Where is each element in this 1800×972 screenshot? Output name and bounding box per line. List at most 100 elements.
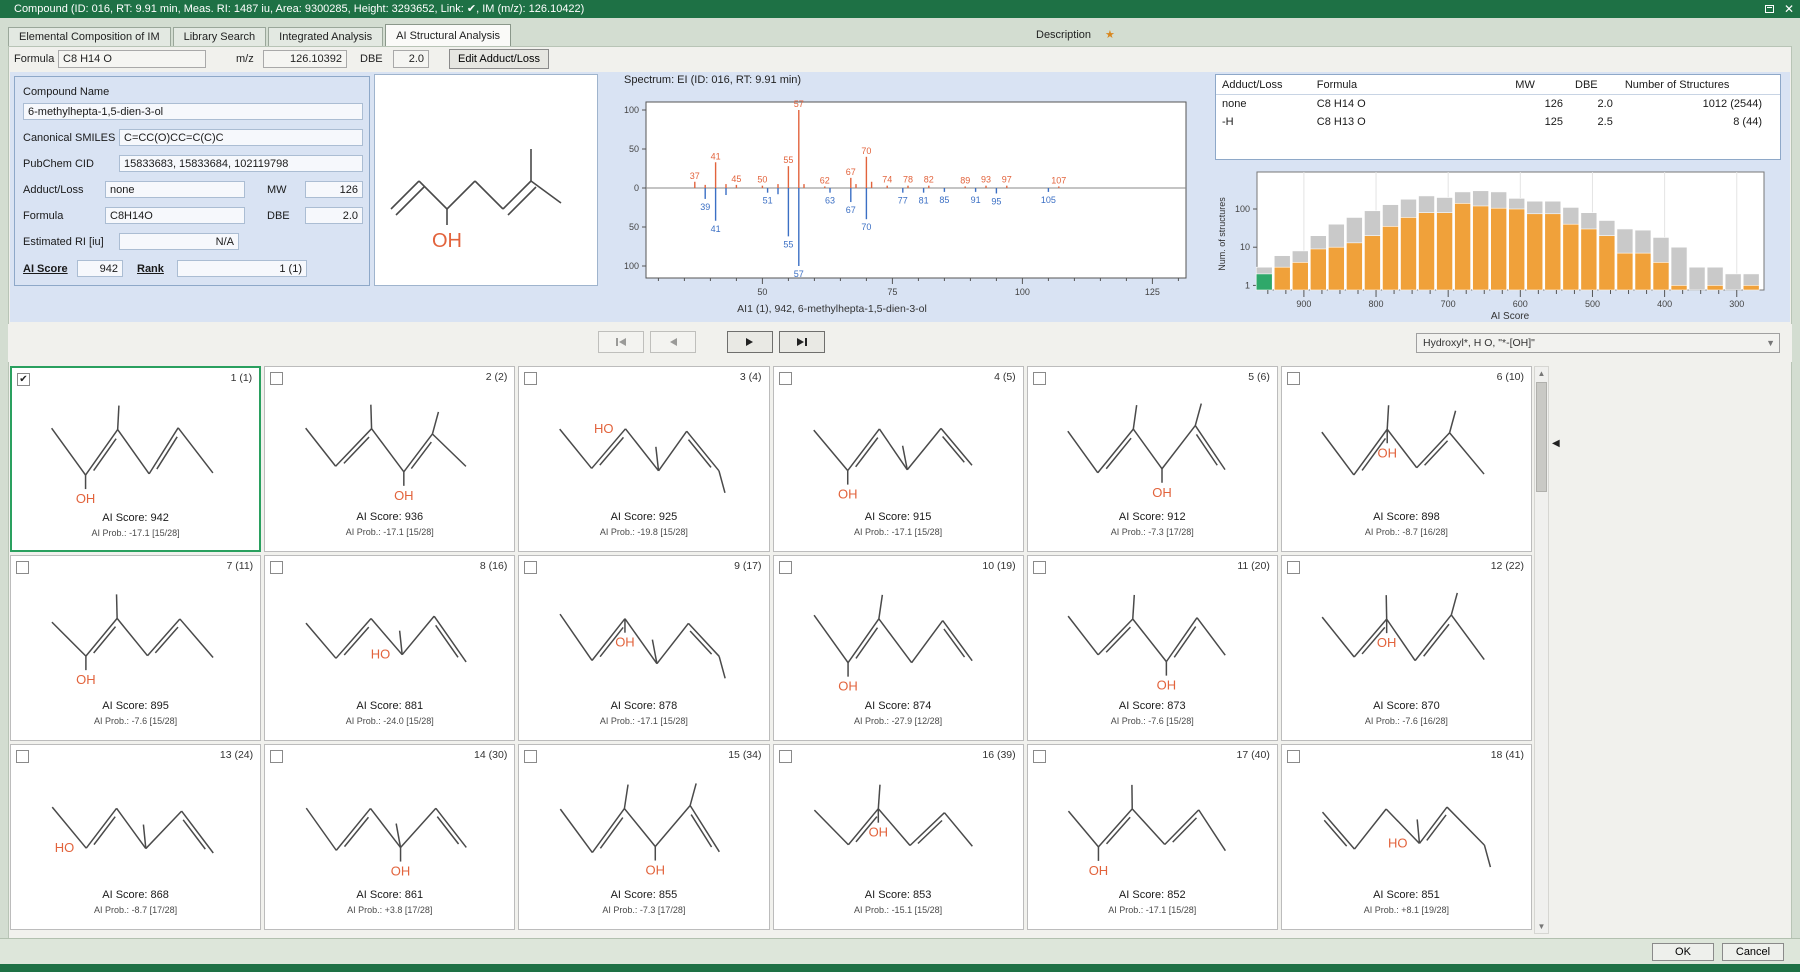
tab-ai-structural-analysis[interactable]: AI Structural Analysis: [385, 24, 511, 46]
scrollbar-thumb[interactable]: [1536, 382, 1547, 492]
candidate-structure-card[interactable]: 15 (34)OHAI Score: 855AI Prob.: -7.3 [17…: [518, 744, 769, 930]
candidate-rank: 15 (34): [728, 749, 761, 761]
candidate-structure-card[interactable]: 18 (41)HOAI Score: 851AI Prob.: +8.1 [19…: [1281, 744, 1532, 930]
cancel-button[interactable]: Cancel: [1722, 943, 1784, 961]
candidate-checkbox[interactable]: [270, 750, 283, 763]
svg-text:OH: OH: [1377, 635, 1397, 650]
last-record-button[interactable]: [779, 331, 825, 353]
mz-input[interactable]: [263, 50, 347, 68]
candidate-rank: 16 (39): [982, 749, 1015, 761]
ai-score-histogram[interactable]: 110100900800700600500400300AI ScoreNum. …: [1215, 164, 1781, 322]
candidate-structure-card[interactable]: 11 (20)OHAI Score: 873AI Prob.: -7.6 [15…: [1027, 555, 1278, 741]
candidate-structure-card[interactable]: 6 (10)OHAI Score: 898AI Prob.: -8.7 [16/…: [1281, 366, 1532, 552]
ai-score-input[interactable]: [77, 260, 123, 277]
first-record-button[interactable]: [598, 331, 644, 353]
grid-scrollbar[interactable]: ▲ ▼: [1534, 366, 1549, 934]
candidate-rank: 14 (30): [474, 749, 507, 761]
smiles-input[interactable]: [119, 129, 363, 146]
substructure-filter-dropdown[interactable]: Hydroxyl*, H O, "*-[OH]" ▼: [1416, 333, 1780, 353]
previous-icon: [668, 337, 678, 347]
candidate-checkbox[interactable]: [779, 750, 792, 763]
restore-window-icon[interactable]: [1765, 5, 1774, 13]
candidate-checkbox[interactable]: [1033, 561, 1046, 574]
svg-text:125: 125: [1145, 287, 1160, 297]
candidate-structure-card[interactable]: 3 (4)HOAI Score: 925AI Prob.: -19.8 [15/…: [518, 366, 769, 552]
dbe2-input[interactable]: [305, 207, 363, 224]
candidate-checkbox[interactable]: [779, 372, 792, 385]
candidate-structure-card[interactable]: 5 (6)OHAI Score: 912AI Prob.: -7.3 [17/2…: [1027, 366, 1278, 552]
window-title: Compound (ID: 016, RT: 9.91 min, Meas. R…: [14, 3, 584, 15]
scroll-down-icon[interactable]: ▼: [1535, 922, 1548, 931]
footer-bar: OK Cancel: [0, 938, 1800, 964]
adduct-table-row[interactable]: noneC8 H14 O1262.01012 (2544): [1216, 95, 1780, 114]
candidate-structure-image: HO: [519, 389, 768, 507]
candidate-ai-score: AI Score: 925: [519, 511, 768, 523]
svg-text:HO: HO: [1388, 835, 1408, 850]
svg-text:800: 800: [1369, 299, 1384, 309]
pubchem-input[interactable]: [119, 155, 363, 172]
candidate-checkbox[interactable]: [524, 561, 537, 574]
ok-button[interactable]: OK: [1652, 943, 1714, 961]
play-button[interactable]: [727, 331, 773, 353]
candidate-ai-prob: AI Prob.: -17.1 [15/28]: [774, 527, 1023, 537]
svg-text:300: 300: [1729, 299, 1744, 309]
candidate-structure-card[interactable]: 13 (24)HOAI Score: 868AI Prob.: -8.7 [17…: [10, 744, 261, 930]
formula2-input[interactable]: [105, 207, 245, 224]
svg-text:50: 50: [629, 222, 639, 232]
scroll-up-icon[interactable]: ▲: [1535, 369, 1548, 378]
candidate-rank: 5 (6): [1248, 371, 1270, 383]
candidate-structure-card[interactable]: 4 (5)OHAI Score: 915AI Prob.: -17.1 [15/…: [773, 366, 1024, 552]
candidate-checkbox[interactable]: [524, 372, 537, 385]
candidate-checkbox[interactable]: [524, 750, 537, 763]
dbe-input[interactable]: [393, 50, 429, 68]
candidate-structure-card[interactable]: 14 (30)OHAI Score: 861AI Prob.: +3.8 [17…: [264, 744, 515, 930]
adduct-loss-table[interactable]: Adduct/LossFormulaMWDBENumber of Structu…: [1215, 74, 1781, 160]
window-titlebar[interactable]: Compound (ID: 016, RT: 9.91 min, Meas. R…: [0, 0, 1800, 18]
tab-elemental-composition[interactable]: Elemental Composition of IM: [8, 27, 171, 46]
close-window-icon[interactable]: ✕: [1784, 0, 1794, 18]
mw-input[interactable]: [305, 181, 363, 198]
candidate-structure-card[interactable]: 10 (19)OHAI Score: 874AI Prob.: -27.9 [1…: [773, 555, 1024, 741]
collapse-panel-icon[interactable]: ◀: [1552, 438, 1560, 449]
candidate-structure-card[interactable]: ✔1 (1)OHAI Score: 942AI Prob.: -17.1 [15…: [10, 366, 261, 552]
svg-text:57: 57: [794, 99, 804, 109]
candidate-checkbox[interactable]: [16, 750, 29, 763]
candidate-structure-card[interactable]: 2 (2)OHAI Score: 936AI Prob.: -17.1 [15/…: [264, 366, 515, 552]
previous-record-button[interactable]: [650, 331, 696, 353]
navigation-strip: Hydroxyl*, H O, "*-[OH]" ▼: [8, 324, 1792, 362]
candidate-ai-prob: AI Prob.: +3.8 [17/28]: [265, 905, 514, 915]
edit-adduct-loss-button[interactable]: Edit Adduct/Loss: [449, 49, 549, 69]
candidate-checkbox[interactable]: [1033, 372, 1046, 385]
candidate-checkbox[interactable]: [1287, 561, 1300, 574]
candidate-structure-card[interactable]: 8 (16)HOAI Score: 881AI Prob.: -24.0 [15…: [264, 555, 515, 741]
description-star-icon[interactable]: ★: [1105, 29, 1115, 41]
candidate-checkbox[interactable]: [1287, 750, 1300, 763]
candidate-checkbox[interactable]: [1033, 750, 1046, 763]
candidate-structure-card[interactable]: 7 (11)OHAI Score: 895AI Prob.: -7.6 [15/…: [10, 555, 261, 741]
tab-integrated-analysis[interactable]: Integrated Analysis: [268, 27, 383, 46]
svg-text:107: 107: [1051, 175, 1066, 185]
candidate-structure-card[interactable]: 12 (22)OHAI Score: 870AI Prob.: -7.6 [16…: [1281, 555, 1532, 741]
adduct-table-row[interactable]: -HC8 H13 O1252.58 (44): [1216, 113, 1780, 131]
candidate-checkbox[interactable]: [270, 561, 283, 574]
rank-input[interactable]: [177, 260, 307, 277]
candidate-checkbox[interactable]: [16, 561, 29, 574]
candidate-checkbox[interactable]: ✔: [17, 373, 30, 386]
candidate-structure-card[interactable]: 16 (39)OHAI Score: 853AI Prob.: -15.1 [1…: [773, 744, 1024, 930]
candidate-ai-prob: AI Prob.: -17.1 [15/28]: [519, 716, 768, 726]
candidate-structure-image: OH: [1028, 578, 1277, 696]
candidate-checkbox[interactable]: [270, 372, 283, 385]
formula-input[interactable]: [58, 50, 206, 68]
ei-spectrum-plot[interactable]: 1005005010050751001253741455055576267707…: [602, 88, 1220, 320]
svg-text:89: 89: [960, 175, 970, 185]
candidate-structure-card[interactable]: 9 (17)OHAI Score: 878AI Prob.: -17.1 [15…: [518, 555, 769, 741]
candidate-checkbox[interactable]: [1287, 372, 1300, 385]
estimated-ri-input[interactable]: [119, 233, 239, 250]
candidate-structure-card[interactable]: 17 (40)OHAI Score: 852AI Prob.: -17.1 [1…: [1027, 744, 1278, 930]
candidate-checkbox[interactable]: [779, 561, 792, 574]
adduct-loss-input[interactable]: [105, 181, 245, 198]
mw-label: MW: [267, 184, 287, 196]
svg-text:105: 105: [1041, 195, 1056, 205]
compound-name-input[interactable]: [23, 103, 363, 120]
tab-library-search[interactable]: Library Search: [173, 27, 267, 46]
